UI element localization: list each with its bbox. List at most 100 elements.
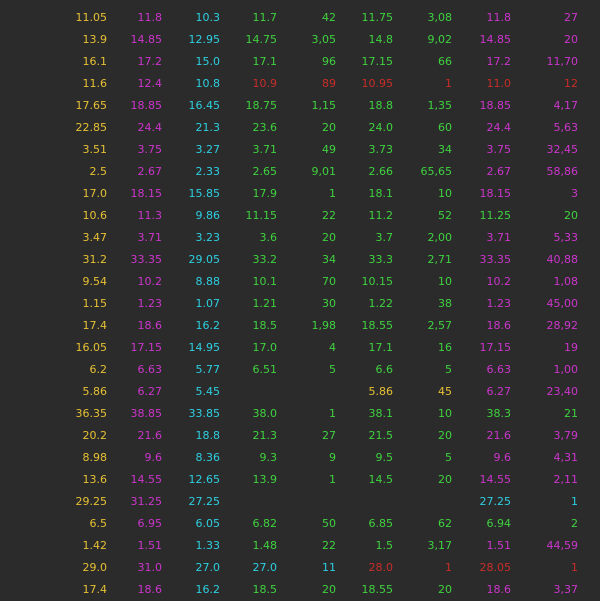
table-row[interactable]: 3.51 3.75 3.27 3.71 49 3.73 34 3.75 32,45: [0, 139, 600, 161]
table-cell: 60: [438, 121, 452, 134]
table-cell: 6.63: [486, 363, 512, 376]
table-cell: 27: [564, 11, 578, 24]
table-cell: 3.75: [486, 143, 512, 156]
table-row[interactable]: 6.2 6.63 5.77 6.51 5 6.6 5 6.63 1,00: [0, 359, 600, 381]
table-cell: 5: [329, 363, 336, 376]
table-cell: 89: [322, 77, 336, 90]
table-cell: 58,86: [546, 165, 579, 178]
table-cell: 18.6: [137, 319, 163, 332]
table-cell: 11.15: [245, 209, 278, 222]
table-cell: 31.0: [137, 561, 163, 574]
table-row[interactable]: 17.0 18.15 15.85 17.9 1 18.1 10 18.15 3: [0, 183, 600, 205]
table-cell: 31.25: [130, 495, 163, 508]
table-cell: 14.55: [479, 473, 512, 486]
table-row[interactable]: 16.05 17.15 14.95 17.0 4 17.1 16 17.15 19: [0, 337, 600, 359]
table-cell: 31.2: [82, 253, 108, 266]
table-cell: 33.3: [368, 253, 394, 266]
table-row[interactable]: 1.15 1.23 1.07 1.21 30 1.22 38 1.23 45,00: [0, 293, 600, 315]
table-cell: 8.88: [195, 275, 221, 288]
table-cell: 10.2: [137, 275, 163, 288]
table-cell: 6.82: [252, 517, 278, 530]
table-cell: 1: [329, 473, 336, 486]
table-cell: 18.55: [361, 583, 394, 596]
table-cell: 4,17: [553, 99, 579, 112]
table-cell: 1.51: [486, 539, 512, 552]
table-row[interactable]: 17.4 18.6 16.2 18.5 20 18.55 20 18.6 3,37: [0, 579, 600, 601]
table-cell: 10: [438, 407, 452, 420]
table-row[interactable]: 13.6 14.55 12.65 13.9 1 14.5 20 14.55 2,11: [0, 469, 600, 491]
table-row[interactable]: 11.6 12.4 10.8 10.9 89 10.95 1 11.0 12: [0, 73, 600, 95]
table-cell: 11.75: [361, 11, 394, 24]
table-cell: 3.73: [368, 143, 394, 156]
table-cell: 17.2: [486, 55, 512, 68]
table-row[interactable]: 1.42 1.51 1.33 1.48 22 1.5 3,17 1.51 44,59: [0, 535, 600, 557]
table-row[interactable]: 6.5 6.95 6.05 6.82 50 6.85 62 6.94 2: [0, 513, 600, 535]
table-row[interactable]: 9.54 10.2 8.88 10.1 70 10.15 10 10.2 1,08: [0, 271, 600, 293]
table-cell: 27.25: [479, 495, 512, 508]
table-row[interactable]: 2.5 2.67 2.33 2.65 9,01 2.66 65,65 2.67 58,86: [0, 161, 600, 183]
table-cell: 2.67: [137, 165, 163, 178]
table-cell: 3,08: [427, 11, 453, 24]
table-cell: 2,11: [553, 473, 579, 486]
table-row[interactable]: 10.6 11.3 9.86 11.15 22 11.2 52 11.25 20: [0, 205, 600, 227]
table-row[interactable]: 36.35 38.85 33.85 38.0 1 38.1 10 38.3 21: [0, 403, 600, 425]
table-cell: 3.71: [486, 231, 512, 244]
table-cell: 1.22: [368, 297, 394, 310]
table-cell: 21: [564, 407, 578, 420]
table-cell: 1,08: [553, 275, 579, 288]
table-cell: 3.71: [137, 231, 163, 244]
table-cell: 20.2: [82, 429, 108, 442]
table-row[interactable]: 29.25 31.25 27.25 27.25 1: [0, 491, 600, 513]
table-row[interactable]: 17.65 18.85 16.45 18.75 1,15 18.8 1,35 18.85 4,1…: [0, 95, 600, 117]
table-cell: 10.3: [195, 11, 221, 24]
table-cell: 9.3: [259, 451, 278, 464]
table-cell: 1.07: [195, 297, 221, 310]
table-cell: 2.66: [368, 165, 394, 178]
table-cell: 6.2: [89, 363, 108, 376]
table-cell: 44,59: [546, 539, 579, 552]
table-cell: 32,45: [546, 143, 579, 156]
table-cell: 23.6: [252, 121, 278, 134]
table-cell: 96: [322, 55, 336, 68]
table-row[interactable]: 20.2 21.6 18.8 21.3 27 21.5 20 21.6 3,79: [0, 425, 600, 447]
table-cell: 20: [438, 583, 452, 596]
table-cell: 1: [329, 187, 336, 200]
table-row[interactable]: 5.86 6.27 5.45 5.86 45 6.27 23,40: [0, 381, 600, 403]
table-cell: 2,00: [427, 231, 453, 244]
table-cell: 1.15: [82, 297, 108, 310]
table-cell: 2.65: [252, 165, 278, 178]
table-cell: 10.95: [361, 77, 394, 90]
table-row[interactable]: 22.85 24.4 21.3 23.6 20 24.0 60 24.4 5,63: [0, 117, 600, 139]
table-cell: 70: [322, 275, 336, 288]
table-cell: 24.0: [368, 121, 394, 134]
table-cell: 20: [322, 121, 336, 134]
table-cell: 5,63: [553, 121, 579, 134]
table-cell: 3.6: [259, 231, 278, 244]
table-cell: 1,35: [427, 99, 453, 112]
table-cell: 20: [438, 429, 452, 442]
table-row[interactable]: 13.9 14.85 12.95 14.75 3,05 14.8 9,02 14.85 20: [0, 29, 600, 51]
table-cell: 12.65: [188, 473, 221, 486]
table-row[interactable]: 8.98 9.6 8.36 9.3 9 9.5 5 9.6 4,31: [0, 447, 600, 469]
table-cell: 34: [322, 253, 336, 266]
table-cell: 27.25: [188, 495, 221, 508]
table-row[interactable]: 31.2 33.35 29.05 33.2 34 33.3 2,71 33.35 40,88: [0, 249, 600, 271]
table-cell: 5,33: [553, 231, 579, 244]
table-row[interactable]: 29.0 31.0 27.0 27.0 11 28.0 1 28.05 1: [0, 557, 600, 579]
table-cell: 6.94: [486, 517, 512, 530]
table-cell: 9.6: [493, 451, 512, 464]
table-row[interactable]: 16.1 17.2 15.0 17.1 96 17.15 66 17.2 11,70: [0, 51, 600, 73]
table-row[interactable]: 17.4 18.6 16.2 18.5 1,98 18.55 2,57 18.6 28,92: [0, 315, 600, 337]
table-cell: 3: [571, 187, 578, 200]
table-cell: 45: [438, 385, 452, 398]
table-cell: 6.63: [137, 363, 163, 376]
table-cell: 21.5: [368, 429, 394, 442]
table-row[interactable]: 11.05 11.8 10.3 11.7 42 11.75 3,08 11.8 27: [0, 7, 600, 29]
table-row[interactable]: 3.47 3.71 3.23 3.6 20 3.7 2,00 3.71 5,33: [0, 227, 600, 249]
table-cell: 5.86: [82, 385, 108, 398]
table-cell: 6.5: [89, 517, 108, 530]
table-cell: 11,70: [546, 55, 579, 68]
table-cell: 28.0: [368, 561, 394, 574]
table-cell: 5.86: [368, 385, 394, 398]
table-cell: 14.5: [368, 473, 394, 486]
